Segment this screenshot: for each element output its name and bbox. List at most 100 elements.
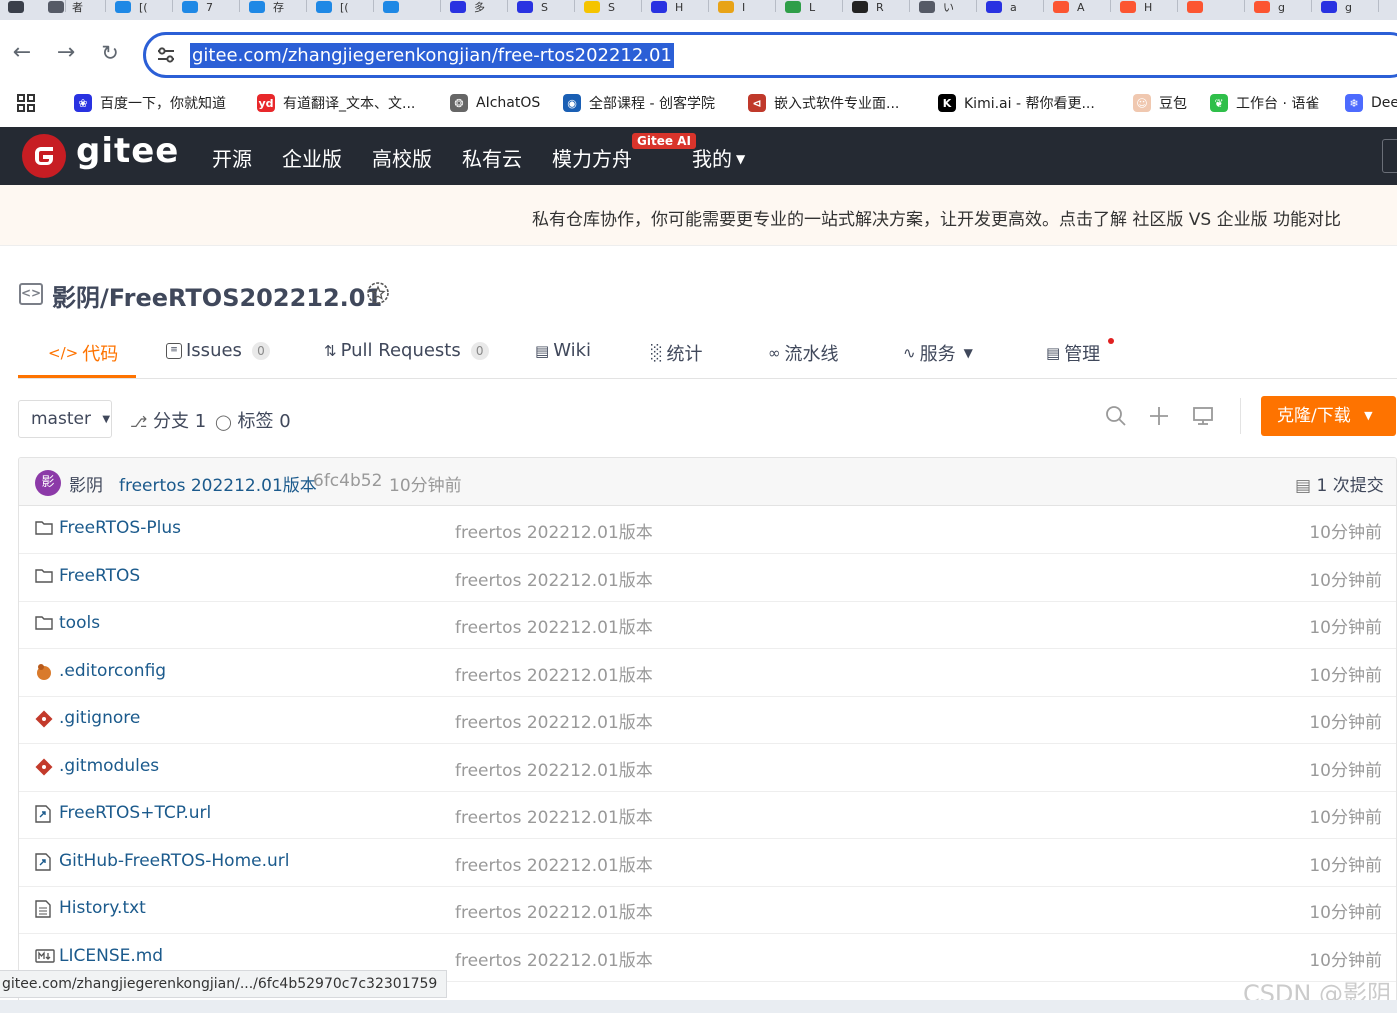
file-name-link[interactable]: .gitignore: [59, 708, 140, 728]
branch-selector[interactable]: master ▼: [18, 400, 112, 438]
table-row[interactable]: FreeRTOS+TCP.url freertos 202212.01版本 10分钟…: [19, 791, 1396, 839]
bookmark-item[interactable]: ❄ Dee: [1345, 93, 1397, 113]
nav-model-ark[interactable]: 模力方舟: [552, 143, 632, 172]
browser-tab[interactable]: I: [714, 0, 776, 14]
file-name-link[interactable]: GitHub-FreeRTOS-Home.url: [59, 851, 289, 871]
file-name-link[interactable]: History.txt: [59, 898, 146, 918]
browser-tab[interactable]: S: [580, 0, 642, 14]
browser-tab[interactable]: S: [513, 0, 575, 14]
tab-pipeline[interactable]: ∞ 流水线: [768, 340, 839, 366]
table-row[interactable]: FreeRTOS freertos 202212.01版本 10分钟前: [19, 554, 1396, 602]
table-row[interactable]: tools freertos 202212.01版本 10分钟前: [19, 601, 1396, 649]
browser-tab[interactable]: R: [848, 0, 910, 14]
forward-button[interactable]: →: [54, 42, 78, 66]
bookmark-item[interactable]: ❀ 百度一下，你就知道: [74, 93, 226, 113]
table-row[interactable]: .gitignore freertos 202212.01版本 10分钟前: [19, 696, 1396, 744]
nav-open-source[interactable]: 开源: [212, 143, 252, 172]
url-text[interactable]: gitee.com/zhangjiegerenkongjian/free-rto…: [190, 43, 674, 68]
browser-tab[interactable]: [1183, 0, 1245, 14]
nav-private-cloud[interactable]: 私有云: [462, 143, 522, 172]
bookmark-item[interactable]: K Kimi.ai - 帮你看更...: [938, 93, 1095, 113]
tab-pull-requests[interactable]: ⇅ Pull Requests 0: [324, 340, 489, 361]
search-icon[interactable]: [1104, 405, 1128, 429]
browser-tab[interactable]: g: [1317, 0, 1379, 14]
repo-title[interactable]: 影阴/FreeRTOS202212.01: [52, 278, 382, 313]
file-name-link[interactable]: .editorconfig: [59, 661, 166, 681]
reload-button[interactable]: ↻: [98, 42, 122, 66]
file-commit-message[interactable]: freertos 202212.01版本: [455, 708, 653, 733]
tab-manage[interactable]: ▤ 管理: [1046, 340, 1100, 366]
commit-author[interactable]: 影阴: [69, 471, 103, 496]
browser-tab[interactable]: [379, 0, 441, 14]
gitee-logo-icon[interactable]: [22, 134, 66, 178]
commit-hash[interactable]: 6fc4b52: [313, 471, 382, 491]
clone-download-button[interactable]: 克隆/下载 ▼: [1261, 396, 1396, 436]
table-row[interactable]: FreeRTOS-Plus freertos 202212.01版本 10分钟前: [19, 506, 1396, 554]
file-commit-message[interactable]: freertos 202212.01版本: [455, 661, 653, 686]
table-row[interactable]: History.txt freertos 202212.01版本 10分钟前: [19, 886, 1396, 934]
browser-tab[interactable]: L: [781, 0, 843, 14]
bookmark-item[interactable]: ⊲ 嵌入式软件专业面...: [748, 93, 899, 113]
branches-link[interactable]: ⎇ 分支 1: [130, 407, 206, 433]
bookmark-item[interactable]: ☺ 豆包: [1133, 93, 1187, 113]
browser-tab[interactable]: 存: [245, 0, 307, 14]
file-name-link[interactable]: FreeRTOS-Plus: [59, 518, 181, 538]
table-row[interactable]: .editorconfig freertos 202212.01版本 10分钟前: [19, 649, 1396, 697]
file-name-link[interactable]: FreeRTOS+TCP.url: [59, 803, 211, 823]
nav-mine[interactable]: 我的 ▼: [692, 143, 745, 172]
nav-education[interactable]: 高校版: [372, 143, 432, 172]
browser-tab[interactable]: a: [982, 0, 1044, 14]
file-commit-message[interactable]: freertos 202212.01版本: [455, 898, 653, 923]
table-row[interactable]: .gitmodules freertos 202212.01版本 10分钟前: [19, 744, 1396, 792]
browser-tab[interactable]: A: [1049, 0, 1111, 14]
bookmark-item[interactable]: ❂ AIchatOS: [450, 93, 540, 113]
tags-link[interactable]: ◯ 标签 0: [215, 407, 291, 433]
site-info-icon[interactable]: [156, 46, 176, 64]
tab-stats[interactable]: ░ 统计: [651, 340, 703, 366]
file-commit-message[interactable]: freertos 202212.01版本: [455, 946, 653, 971]
tab-wiki[interactable]: ▤ Wiki: [535, 340, 591, 361]
header-action-button[interactable]: [1382, 139, 1397, 173]
browser-tab[interactable]: 多: [446, 0, 508, 14]
browser-tab-label: H: [1144, 0, 1153, 14]
file-name-link[interactable]: FreeRTOS: [59, 566, 140, 586]
file-commit-message[interactable]: freertos 202212.01版本: [455, 756, 653, 781]
commit-count-link[interactable]: ▤ 1 次提交: [1295, 471, 1384, 496]
add-file-icon[interactable]: [1147, 405, 1171, 429]
nav-enterprise[interactable]: 企业版: [282, 143, 342, 172]
web-ide-icon[interactable]: [1191, 405, 1215, 429]
file-commit-message[interactable]: freertos 202212.01版本: [455, 518, 653, 543]
tab-service[interactable]: ∿ 服务 ▼: [903, 340, 973, 366]
browser-tab[interactable]: 者: [44, 0, 106, 14]
recommend-badge-icon[interactable]: [366, 281, 390, 305]
bookmark-item[interactable]: ❦ 工作台 · 语雀: [1210, 93, 1319, 113]
gitee-wordmark[interactable]: gitee: [76, 131, 179, 171]
browser-tab[interactable]: H: [1116, 0, 1178, 14]
browser-tab[interactable]: H: [647, 0, 709, 14]
repo-code-icon: <>: [19, 283, 43, 305]
avatar[interactable]: 影: [35, 470, 61, 496]
tab-issues[interactable]: ≡ Issues 0: [166, 340, 270, 361]
browser-tab[interactable]: [(: [312, 0, 374, 14]
file-commit-message[interactable]: freertos 202212.01版本: [455, 803, 653, 828]
file-commit-message[interactable]: freertos 202212.01版本: [455, 566, 653, 591]
apps-grid-icon[interactable]: [16, 93, 36, 113]
table-row[interactable]: GitHub-FreeRTOS-Home.url freertos 202212.…: [19, 839, 1396, 887]
bookmark-item[interactable]: ◉ 全部课程 - 创客学院: [563, 93, 715, 113]
promo-text[interactable]: 私有仓库协作，你可能需要更专业的一站式解决方案，让开发更高效。点击了解 社区版 …: [532, 205, 1341, 230]
file-name-link[interactable]: tools: [59, 613, 100, 633]
bookmark-item[interactable]: yd 有道翻译_文本、文...: [257, 93, 415, 113]
browser-tab[interactable]: い: [915, 0, 977, 14]
address-bar[interactable]: gitee.com/zhangjiegerenkongjian/free-rto…: [143, 32, 1397, 78]
commit-message[interactable]: freertos 202212.01版本: [119, 471, 317, 496]
browser-tab-label: A: [1077, 0, 1085, 14]
browser-tab[interactable]: 7: [178, 0, 240, 14]
file-commit-message[interactable]: freertos 202212.01版本: [455, 851, 653, 876]
browser-tab[interactable]: g: [1250, 0, 1312, 14]
file-name-link[interactable]: LICENSE.md: [59, 946, 163, 966]
file-name-link[interactable]: .gitmodules: [59, 756, 159, 776]
file-commit-message[interactable]: freertos 202212.01版本: [455, 613, 653, 638]
browser-tab[interactable]: [(: [111, 0, 173, 14]
back-button[interactable]: ←: [10, 42, 34, 66]
tab-code[interactable]: </> 代码: [48, 340, 118, 366]
